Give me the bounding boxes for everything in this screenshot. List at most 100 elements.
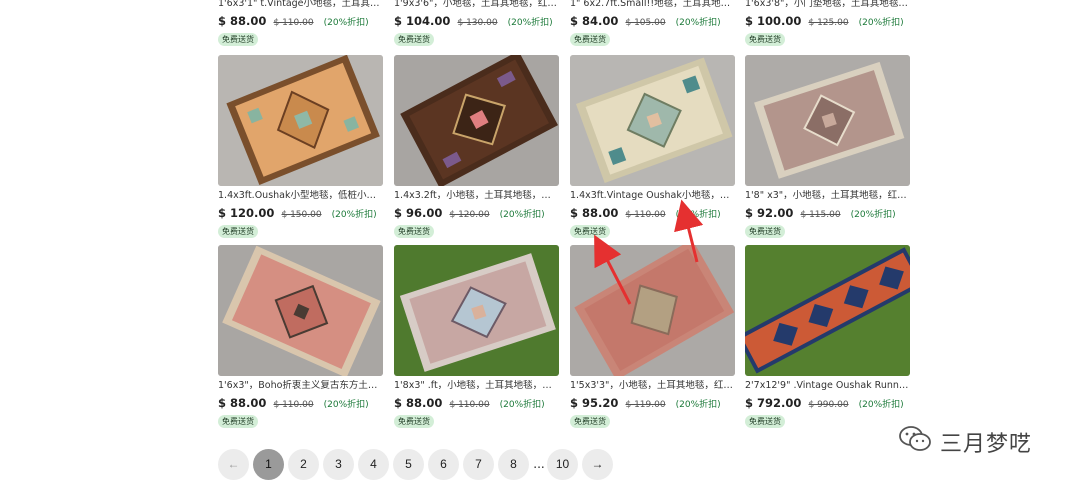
wechat-icon (898, 424, 932, 460)
product-image[interactable] (394, 245, 559, 376)
product-image[interactable] (745, 55, 910, 186)
product-card[interactable]: 1.4x3ft.Vintage Oushak小地毯，小粉... $ 88.00 … (570, 55, 735, 238)
page-button-4[interactable]: 4 (358, 448, 389, 480)
discount-label: (20%折扣) (675, 400, 721, 410)
discount-label: (20%折扣) (331, 210, 377, 220)
product-card[interactable]: 1'6x3'8"，小门垫地毯，土耳其地毯，O... $ 100.00 $ 125… (745, 0, 910, 46)
product-price: $ 104.00 (394, 14, 451, 28)
original-price: $ 990.00 (808, 400, 849, 410)
page-button-1[interactable]: 1 (253, 448, 284, 480)
price-row: $ 88.00 $ 110.00 (20%折扣) (570, 205, 735, 220)
next-page-button[interactable]: → (582, 448, 613, 480)
discount-label: (20%折扣) (675, 210, 721, 220)
product-card[interactable]: 2'7x12'9" .Vintage Oushak Runner，... $ 7… (745, 245, 910, 428)
pagination-ellipsis: ... (533, 457, 545, 471)
discount-label: (20%折扣) (323, 18, 369, 28)
free-shipping-badge: 免费送货 (394, 225, 434, 238)
product-image[interactable] (570, 55, 735, 186)
pagination: ← 1 2 3 4 5 6 7 8 ... 10 → (218, 448, 617, 480)
price-row: $ 84.00 $ 105.00 (20%折扣) (570, 13, 735, 28)
rug-image-pale (570, 55, 735, 186)
original-price: $ 110.00 (273, 18, 314, 28)
page-button-3[interactable]: 3 (323, 448, 354, 480)
product-title[interactable]: 1.4x3.2ft，小地毯，土耳其地毯，红色... (394, 190, 559, 202)
product-price: $ 792.00 (745, 396, 802, 410)
product-title[interactable]: 1'6x3"，Boho折衷主义复古东方土耳其... (218, 380, 383, 392)
discount-label: (20%折扣) (499, 210, 545, 220)
product-price: $ 120.00 (218, 206, 275, 220)
price-row: $ 88.00 $ 110.00 (20%折扣) (218, 395, 383, 410)
product-price: $ 96.00 (394, 206, 443, 220)
price-row: $ 104.00 $ 130.00 (20%折扣) (394, 13, 559, 28)
free-shipping-badge: 免费送货 (394, 415, 434, 428)
product-card[interactable]: 1'8x3" .ft，小地毯，土耳其地毯，红色... $ 88.00 $ 110… (394, 245, 559, 428)
product-card[interactable]: 1'6x3'1" t.Vintage小地毯，土耳其地毯，... $ 88.00 … (218, 0, 383, 46)
free-shipping-badge: 免费送货 (218, 415, 258, 428)
product-card[interactable]: 1'6x3"，Boho折衷主义复古东方土耳其... $ 88.00 $ 110.… (218, 245, 383, 428)
free-shipping-badge: 免费送货 (745, 225, 785, 238)
product-card[interactable]: 1.4x3ft.Oushak小型地毯，低桩小地毯... $ 120.00 $ 1… (218, 55, 383, 238)
original-price: $ 110.00 (449, 400, 490, 410)
product-title[interactable]: 1" 6x2.7ft.Small!!地毯，土耳其地毯，红... (570, 0, 735, 10)
product-title[interactable]: 1'5x3'3"，小地毯，土耳其地毯，红色... (570, 380, 735, 392)
page-button-2[interactable]: 2 (288, 448, 319, 480)
product-image[interactable] (218, 245, 383, 376)
price-row: $ 792.00 $ 990.00 (20%折扣) (745, 395, 910, 410)
product-price: $ 88.00 (218, 14, 267, 28)
price-row: $ 120.00 $ 150.00 (20%折扣) (218, 205, 383, 220)
discount-label: (20%折扣) (858, 18, 904, 28)
rug-image-runner (745, 245, 910, 376)
product-title[interactable]: 1'8" x3"，小地毯，土耳其地毯，红色... (745, 190, 910, 202)
product-card[interactable]: 1'5x3'3"，小地毯，土耳其地毯，红色... $ 95.20 $ 119.0… (570, 245, 735, 428)
watermark-text: 三月梦呓 (940, 432, 1033, 457)
product-card[interactable]: 1'8" x3"，小地毯，土耳其地毯，红色... $ 92.00 $ 115.0… (745, 55, 910, 238)
price-row: $ 88.00 $ 110.00 (20%折扣) (218, 13, 383, 28)
page-button-10[interactable]: 10 (547, 448, 578, 480)
page-button-7[interactable]: 7 (463, 448, 494, 480)
rug-image-tan (218, 55, 383, 186)
product-image[interactable] (218, 55, 383, 186)
original-price: $ 119.00 (625, 400, 666, 410)
free-shipping-badge: 免费送货 (745, 415, 785, 428)
product-title[interactable]: 2'7x12'9" .Vintage Oushak Runner，... (745, 380, 910, 392)
prev-page-button[interactable]: ← (218, 448, 249, 480)
discount-label: (20%折扣) (323, 400, 369, 410)
discount-label: (20%折扣) (499, 400, 545, 410)
free-shipping-badge: 免费送货 (218, 33, 258, 46)
page-button-8[interactable]: 8 (498, 448, 529, 480)
product-title[interactable]: 1'6x3'1" t.Vintage小地毯，土耳其地毯，... (218, 0, 383, 10)
product-title[interactable]: 1'6x3'8"，小门垫地毯，土耳其地毯，O... (745, 0, 910, 10)
price-row: $ 88.00 $ 110.00 (20%折扣) (394, 395, 559, 410)
product-image[interactable] (394, 55, 559, 186)
product-image[interactable] (745, 245, 910, 376)
rug-image-faded (570, 245, 735, 376)
free-shipping-badge: 免费送货 (570, 33, 610, 46)
price-row: $ 100.00 $ 125.00 (20%折扣) (745, 13, 910, 28)
product-title[interactable]: 1.4x3ft.Oushak小型地毯，低桩小地毯... (218, 190, 383, 202)
product-title[interactable]: 1'8x3" .ft，小地毯，土耳其地毯，红色... (394, 380, 559, 392)
product-image[interactable] (570, 245, 735, 376)
page-button-5[interactable]: 5 (393, 448, 424, 480)
product-price: $ 88.00 (218, 396, 267, 410)
product-price: $ 95.20 (570, 396, 619, 410)
free-shipping-badge: 免费送货 (218, 225, 258, 238)
watermark: 三月梦呓 (898, 424, 1032, 460)
rug-image-brown (394, 55, 559, 186)
product-price: $ 92.00 (745, 206, 794, 220)
discount-label: (20%折扣) (850, 210, 896, 220)
product-card[interactable]: 1" 6x2.7ft.Small!!地毯，土耳其地毯，红... $ 84.00 … (570, 0, 735, 46)
free-shipping-badge: 免费送货 (394, 33, 434, 46)
rug-image-grass (394, 245, 559, 376)
original-price: $ 115.00 (800, 210, 841, 220)
product-title[interactable]: 1'9x3'6"，小地毯，土耳其地毯，红色... (394, 0, 559, 10)
page-button-6[interactable]: 6 (428, 448, 459, 480)
free-shipping-badge: 免费送货 (570, 415, 610, 428)
product-card[interactable]: 1.4x3.2ft，小地毯，土耳其地毯，红色... $ 96.00 $ 120.… (394, 55, 559, 238)
price-row: $ 92.00 $ 115.00 (20%折扣) (745, 205, 910, 220)
product-price: $ 88.00 (394, 396, 443, 410)
product-card[interactable]: 1'9x3'6"，小地毯，土耳其地毯，红色... $ 104.00 $ 130.… (394, 0, 559, 46)
product-price: $ 84.00 (570, 14, 619, 28)
discount-label: (20%折扣) (507, 18, 553, 28)
free-shipping-badge: 免费送货 (745, 33, 785, 46)
product-title[interactable]: 1.4x3ft.Vintage Oushak小地毯，小粉... (570, 190, 735, 202)
